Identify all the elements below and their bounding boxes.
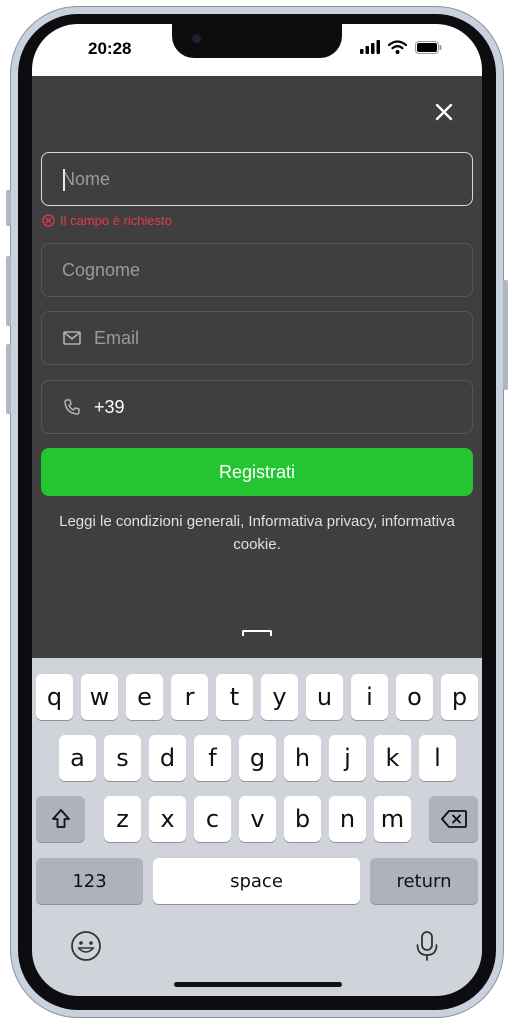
key-i[interactable]: i xyxy=(351,674,388,720)
power-button xyxy=(503,280,508,390)
key-v[interactable]: v xyxy=(239,796,276,842)
key-l[interactable]: l xyxy=(419,735,456,781)
sheet-handle[interactable] xyxy=(242,630,272,636)
key-k[interactable]: k xyxy=(374,735,411,781)
key-y[interactable]: y xyxy=(261,674,298,720)
space-key[interactable]: space xyxy=(153,858,360,904)
first-name-field[interactable] xyxy=(41,152,473,206)
key-c[interactable]: c xyxy=(194,796,231,842)
error-message: Il campo è richiesto xyxy=(60,213,172,228)
text-caret xyxy=(63,169,65,191)
front-camera xyxy=(192,34,201,43)
key-d[interactable]: d xyxy=(149,735,186,781)
battery-icon xyxy=(415,40,442,54)
numbers-key[interactable]: 123 xyxy=(36,858,143,904)
key-u[interactable]: u xyxy=(306,674,343,720)
wifi-icon xyxy=(388,40,407,54)
key-h[interactable]: h xyxy=(284,735,321,781)
email-input[interactable] xyxy=(82,327,472,349)
backspace-icon xyxy=(440,810,467,828)
key-n[interactable]: n xyxy=(329,796,366,842)
phone-icon xyxy=(64,399,80,415)
key-p[interactable]: p xyxy=(441,674,478,720)
email-field[interactable] xyxy=(41,311,473,365)
key-z[interactable]: z xyxy=(104,796,141,842)
error-circle-icon xyxy=(42,214,55,227)
silent-switch xyxy=(6,190,11,226)
key-q[interactable]: q xyxy=(36,674,73,720)
key-e[interactable]: e xyxy=(126,674,163,720)
phone-field[interactable]: +39 xyxy=(41,380,473,434)
status-icons xyxy=(360,40,442,54)
backspace-key[interactable] xyxy=(429,796,478,842)
key-r[interactable]: r xyxy=(171,674,208,720)
register-button[interactable]: Registrati xyxy=(41,448,473,496)
last-name-field[interactable] xyxy=(41,243,473,297)
key-o[interactable]: o xyxy=(396,674,433,720)
close-button[interactable] xyxy=(428,96,460,128)
key-s[interactable]: s xyxy=(104,735,141,781)
close-icon xyxy=(435,103,453,121)
emoji-icon[interactable] xyxy=(70,930,102,962)
shift-icon xyxy=(51,809,70,828)
keyboard: q w e r t y u i o p a s d f g h j k l z … xyxy=(32,658,482,996)
key-g[interactable]: g xyxy=(239,735,276,781)
volume-down-button xyxy=(6,344,11,414)
legal-notice: Leggi le condizioni generali, Informativ… xyxy=(59,513,455,553)
home-indicator[interactable] xyxy=(174,982,342,987)
key-j[interactable]: j xyxy=(329,735,366,781)
screen: 20:28 Nome Il campo è richiesto Cognome … xyxy=(32,24,482,996)
status-time: 20:28 xyxy=(88,39,132,58)
return-key[interactable]: return xyxy=(370,858,478,904)
first-name-error: Il campo è richiesto xyxy=(42,213,172,228)
key-b[interactable]: b xyxy=(284,796,321,842)
microphone-icon[interactable] xyxy=(414,930,440,962)
key-t[interactable]: t xyxy=(216,674,253,720)
key-m[interactable]: m xyxy=(374,796,411,842)
key-f[interactable]: f xyxy=(194,735,231,781)
key-a[interactable]: a xyxy=(59,735,96,781)
key-w[interactable]: w xyxy=(81,674,118,720)
mail-icon xyxy=(63,331,81,345)
phone-prefix[interactable]: +39 xyxy=(94,397,125,418)
cellular-signal-icon xyxy=(360,40,380,54)
key-x[interactable]: x xyxy=(149,796,186,842)
last-name-input[interactable] xyxy=(42,259,472,281)
shift-key[interactable] xyxy=(36,796,85,842)
first-name-input[interactable] xyxy=(42,168,472,190)
volume-up-button xyxy=(6,256,11,326)
